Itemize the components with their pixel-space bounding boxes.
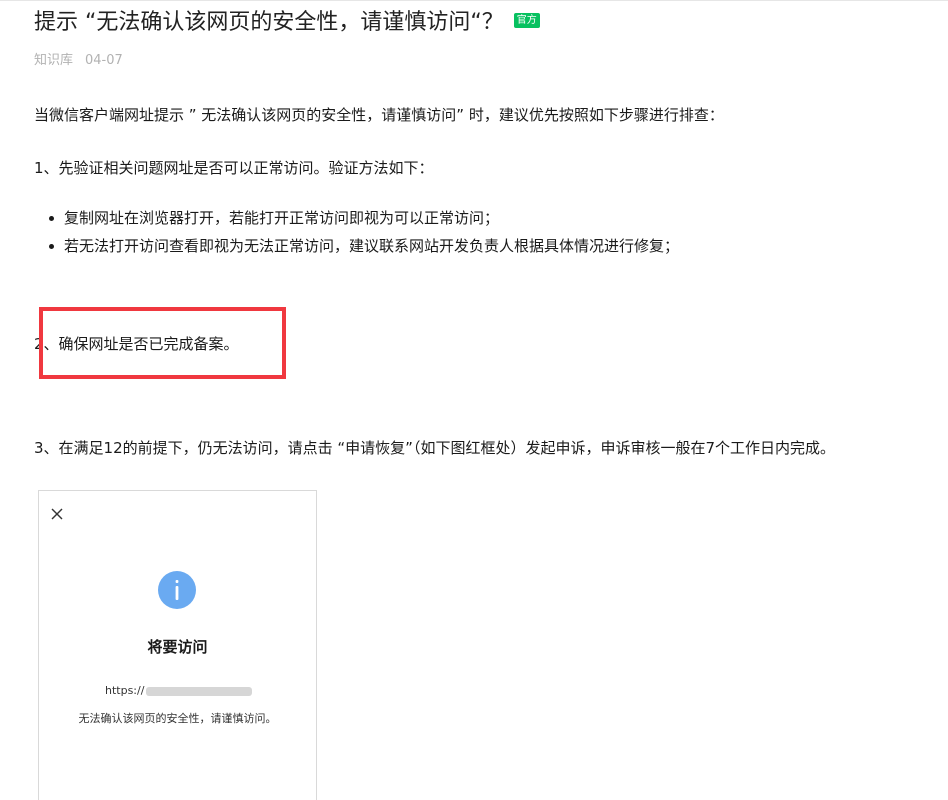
url-row: https://: [105, 683, 253, 699]
info-icon: [158, 571, 196, 609]
dialog-title: 将要访问: [147, 638, 208, 656]
red-highlight-box: [39, 307, 286, 379]
official-badge: 官方: [513, 12, 540, 28]
publish-date: 04-07: [85, 53, 123, 68]
bullet-text: 若无法打开访问查看即视为无法正常访问，建议联系网站开发负责人根据具体情况进行修复…: [64, 237, 680, 255]
bullet-dot-icon: [49, 216, 54, 221]
step-1-bullet-list: 复制网址在浏览器打开，若能打开正常访问即视为可以正常访问； 若无法打开访问查看即…: [34, 207, 679, 263]
list-item: 若无法打开访问查看即视为无法正常访问，建议联系网站开发负责人根据具体情况进行修复…: [34, 235, 679, 257]
bullet-dot-icon: [49, 244, 54, 249]
top-divider: [0, 0, 948, 1]
article-title: 提示 “无法确认该网页的安全性，请谨慎访问“？ 官方: [34, 8, 540, 38]
embedded-screenshot: 将要访问 https:// 无法确认该网页的安全性，请谨慎访问。: [38, 490, 317, 800]
article-page: 提示 “无法确认该网页的安全性，请谨慎访问“？ 官方 知识库 04-07 当微信客户…: [0, 0, 948, 800]
intro-paragraph: 当微信客户端网址提示 ” 无法确认该网页的安全性，请谨慎访问” 时，建议优先按照…: [34, 106, 724, 124]
close-icon: [51, 508, 63, 520]
step-1-paragraph: 1、先验证相关问题网址是否可以正常访问。验证方法如下：: [34, 159, 434, 177]
bullet-text: 复制网址在浏览器打开，若能打开正常访问即视为可以正常访问；: [64, 209, 500, 227]
list-item: 复制网址在浏览器打开，若能打开正常访问即视为可以正常访问；: [34, 207, 679, 229]
blurred-url: [146, 686, 253, 696]
warning-text: 无法确认该网页的安全性，请谨慎访问。: [78, 712, 277, 725]
article-meta: 知识库 04-07: [34, 52, 123, 70]
source-label[interactable]: 知识库: [34, 53, 73, 68]
url-prefix: https://: [105, 684, 145, 697]
step-3-paragraph: 3、在满足12的前提下，仍无法访问，请点击 “申请恢复”（如下图红框处）发起申诉…: [34, 439, 835, 457]
article-title-text: 提示 “无法确认该网页的安全性，请谨慎访问“？: [34, 10, 504, 35]
